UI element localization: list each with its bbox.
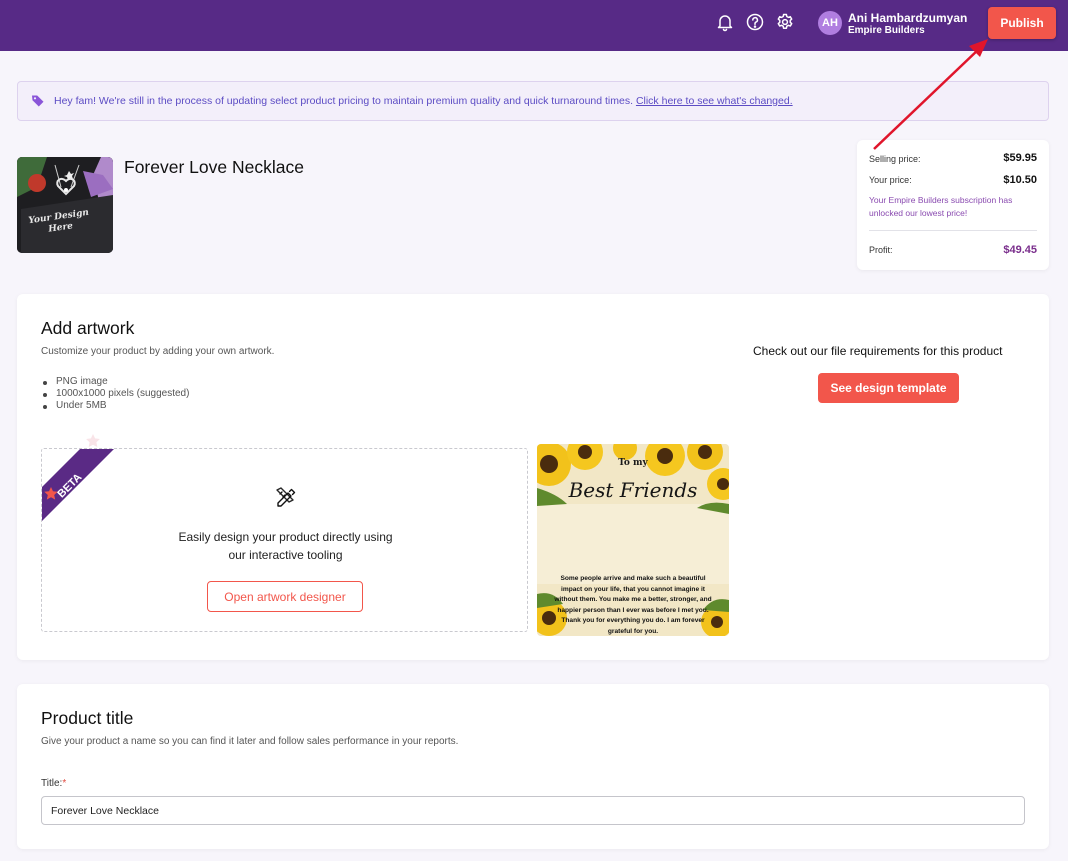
gear-icon[interactable] [775,12,795,32]
your-price-label: Your price: [869,175,912,185]
help-icon[interactable] [745,12,765,32]
subscription-note: Your Empire Builders subscription has un… [869,195,1013,218]
profit-value: $49.45 [1003,244,1037,256]
pricing-notice-banner: Hey fam! We're still in the process of u… [17,81,1049,121]
see-design-template-button[interactable]: See design template [818,373,959,403]
user-name[interactable]: Ani Hambardzumyan [848,11,967,25]
artwork-preview-small-text: To my [618,458,648,468]
requirement-item: 1000x1000 pixels (suggested) [41,388,189,400]
selling-price-value: $59.95 [1003,152,1037,164]
top-navigation-bar: AH Ani Hambardzumyan Empire Builders Pub… [0,0,1068,51]
beta-ribbon: BETA [42,449,114,521]
product-title-subtitle: Give your product a name so you can find… [41,736,459,747]
selling-price-label: Selling price: [869,154,921,164]
star-icon [86,434,100,447]
user-organization: Empire Builders [848,25,925,36]
avatar[interactable]: AH [818,11,842,35]
add-artwork-heading: Add artwork [41,318,135,338]
open-artwork-designer-button[interactable]: Open artwork designer [207,581,363,612]
requirement-item: Under 5MB [41,400,189,412]
bell-icon[interactable] [715,12,735,32]
design-tools-icon [276,487,296,507]
notice-message: Hey fam! We're still in the process of u… [54,95,636,107]
pricing-divider [869,230,1037,231]
artwork-preview-title: Best Friends [568,478,698,502]
title-field-label-text: Title: [41,778,63,789]
product-title-input[interactable] [41,796,1025,825]
required-marker: * [62,778,67,789]
profit-label: Profit: [869,245,893,255]
publish-button[interactable]: Publish [988,7,1056,39]
product-title: Forever Love Necklace [124,157,304,177]
file-requirements-text: Check out our file requirements for this… [753,344,1003,358]
pricing-summary-card: Selling price: $59.95 Your price: $10.50… [857,140,1049,270]
add-artwork-subtitle: Customize your product by adding your ow… [41,346,275,357]
notice-text: Hey fam! We're still in the process of u… [54,95,793,107]
designer-description: Easily design your product directly usin… [42,528,527,564]
artwork-preview-image[interactable]: To my Best Friends Some people arrive an… [537,444,729,636]
requirement-item: PNG image [41,376,189,388]
designer-description-line-2: our interactive tooling [228,548,343,562]
your-price-value: $10.50 [1003,174,1037,186]
tag-icon [32,95,44,107]
add-artwork-card: Add artwork Customize your product by ad… [17,294,1049,660]
artwork-preview-message: Some people arrive and make such a beaut… [554,575,712,635]
designer-description-line-1: Easily design your product directly usin… [178,530,393,544]
notice-link[interactable]: Click here to see what's changed. [636,95,793,107]
title-field-label: Title:* [41,778,66,789]
artwork-designer-panel[interactable]: BETA Easily design your product directly… [41,448,528,632]
product-thumbnail: Your Design Here [17,157,113,253]
necklace-image: Your Design Here [17,157,113,253]
artwork-requirements-list: PNG image 1000x1000 pixels (suggested) U… [41,376,189,412]
product-title-heading: Product title [41,708,134,728]
product-title-card: Product title Give your product a name s… [17,684,1049,849]
